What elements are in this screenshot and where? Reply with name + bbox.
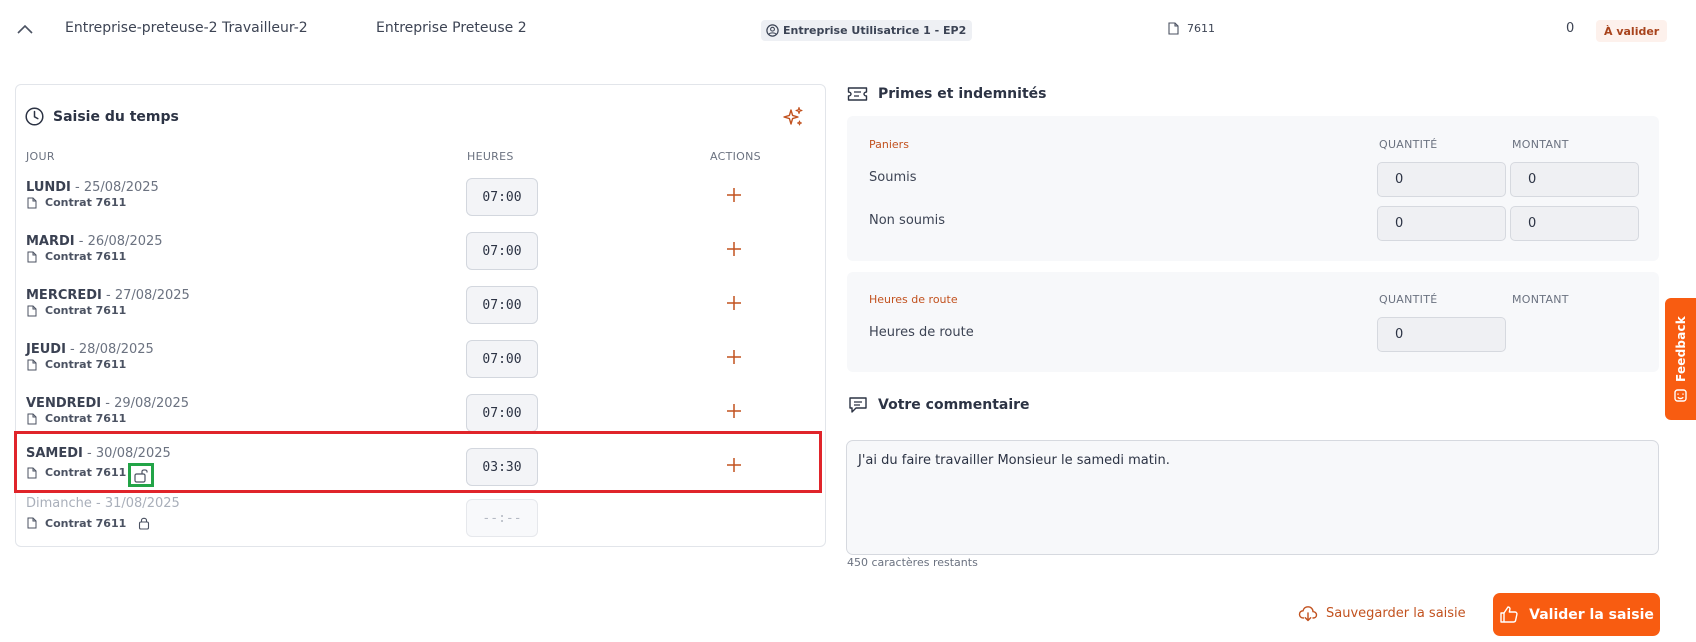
comment-textarea[interactable]: J'ai du faire travailler Monsieur le sam… <box>846 440 1659 555</box>
day-label-mercredi: MERCREDI - 27/08/2025 <box>26 288 190 303</box>
day-name: MARDI <box>26 234 75 249</box>
contract-line: Contrat 7611 <box>27 358 126 371</box>
day-date: - 25/08/2025 <box>70 180 159 195</box>
document-icon <box>27 359 37 371</box>
day-name: VENDREDI <box>26 396 102 411</box>
comment-title: Votre commentaire <box>878 397 1030 413</box>
soumis-amount-input[interactable]: 0 <box>1510 162 1639 197</box>
document-icon <box>27 305 37 317</box>
lock-icon <box>138 516 150 530</box>
add-entry-icon[interactable] <box>724 347 744 367</box>
thumbs-up-icon <box>1499 605 1519 624</box>
save-label: Sauvegarder la saisie <box>1326 606 1466 621</box>
soumis-label: Soumis <box>869 170 917 185</box>
feedback-label: Feedback <box>1673 315 1688 382</box>
contract-ref: 7611 <box>1168 22 1215 35</box>
collapse-chevron-icon[interactable] <box>16 22 34 36</box>
validate-label: Valider la saisie <box>1529 606 1654 623</box>
time-entry-header: Saisie du temps <box>25 107 179 126</box>
contract-line: Contrat 7611 <box>27 304 126 317</box>
col-hours: HEURES <box>467 150 514 163</box>
day-label-jeudi: JEUDI - 28/08/2025 <box>26 342 154 357</box>
user-circle-icon <box>766 24 779 37</box>
contract-line: Contrat 7611 <box>27 516 150 530</box>
bonuses-header: Primes et indemnités <box>847 86 1046 102</box>
contract-label: Contrat 7611 <box>45 304 127 317</box>
count-value: 0 <box>1566 21 1575 36</box>
document-icon <box>27 197 37 209</box>
contract-line: Contrat 7611 <box>27 250 126 263</box>
day-name: Dimanche <box>26 496 92 511</box>
col-day: JOUR <box>26 150 55 163</box>
non-soumis-amount-input[interactable]: 0 <box>1510 206 1639 241</box>
route-section-label: Heures de route <box>869 293 958 306</box>
ticket-icon <box>847 86 868 102</box>
highlight-box-unlock <box>128 463 154 487</box>
day-label-vendredi: VENDREDI - 29/08/2025 <box>26 396 189 411</box>
contract-label: Contrat 7611 <box>45 196 127 209</box>
time-entry-title: Saisie du temps <box>53 108 179 125</box>
contract-label: Contrat 7611 <box>45 516 127 530</box>
hours-input-mardi[interactable]: 07:00 <box>466 232 538 270</box>
col-actions: ACTIONS <box>710 150 761 163</box>
non-soumis-quantity-input[interactable]: 0 <box>1377 206 1506 241</box>
paniers-label: Paniers <box>869 138 909 151</box>
day-date: - 31/08/2025 <box>91 496 180 511</box>
col-quantity: QUANTITÉ <box>1379 293 1438 306</box>
add-entry-icon[interactable] <box>724 239 744 259</box>
add-entry-icon[interactable] <box>724 293 744 313</box>
bonuses-title: Primes et indemnités <box>878 86 1047 102</box>
route-row-label: Heures de route <box>869 325 974 340</box>
validate-button[interactable]: Valider la saisie <box>1493 593 1660 636</box>
status-badge: À valider <box>1596 20 1668 42</box>
day-label-mardi: MARDI - 26/08/2025 <box>26 234 163 249</box>
col-quantity: QUANTITÉ <box>1379 138 1438 151</box>
day-date: - 28/08/2025 <box>65 342 154 357</box>
hours-input-dimanche: --:-- <box>466 499 538 537</box>
user-company-label: Entreprise Utilisatrice 1 - EP2 <box>783 24 967 37</box>
smiley-icon <box>1674 389 1687 403</box>
sparkle-icon[interactable] <box>782 106 804 128</box>
hours-input-lundi[interactable]: 07:00 <box>466 178 538 216</box>
day-label-dimanche: Dimanche - 31/08/2025 <box>26 496 180 511</box>
document-icon <box>1168 22 1179 35</box>
worker-name: Entreprise-preteuse-2 Travailleur-2 <box>65 20 308 36</box>
day-name: JEUDI <box>26 342 66 357</box>
contract-line: Contrat 7611 <box>27 412 126 425</box>
cloud-download-icon <box>1298 605 1318 622</box>
hours-input-mercredi[interactable]: 07:00 <box>466 286 538 324</box>
col-amount: MONTANT <box>1512 138 1569 151</box>
route-quantity-input[interactable]: 0 <box>1377 317 1506 352</box>
day-name: LUNDI <box>26 180 71 195</box>
add-entry-icon[interactable] <box>724 401 744 421</box>
document-icon <box>27 413 37 425</box>
comment-header: Votre commentaire <box>848 396 1030 414</box>
col-amount: MONTANT <box>1512 293 1569 306</box>
chars-remaining: 450 caractères restants <box>847 556 978 569</box>
hours-input-vendredi[interactable]: 07:00 <box>466 394 538 432</box>
day-date: - 26/08/2025 <box>74 234 163 249</box>
user-company-badge: Entreprise Utilisatrice 1 - EP2 <box>761 20 973 41</box>
contract-line: Contrat 7611 <box>27 196 126 209</box>
feedback-tab[interactable]: Feedback <box>1665 298 1696 420</box>
route-panel <box>847 272 1659 372</box>
day-date: - 27/08/2025 <box>101 288 190 303</box>
save-button[interactable]: Sauvegarder la saisie <box>1298 605 1466 622</box>
hours-input-jeudi[interactable]: 07:00 <box>466 340 538 378</box>
comment-icon <box>848 396 868 414</box>
add-entry-icon[interactable] <box>724 185 744 205</box>
day-date: - 29/08/2025 <box>101 396 190 411</box>
lender-company: Entreprise Preteuse 2 <box>376 20 527 36</box>
day-label-lundi: LUNDI - 25/08/2025 <box>26 180 159 195</box>
soumis-quantity-input[interactable]: 0 <box>1377 162 1506 197</box>
contract-label: Contrat 7611 <box>45 358 127 371</box>
contract-label: Contrat 7611 <box>45 250 127 263</box>
non-soumis-label: Non soumis <box>869 213 946 228</box>
document-icon <box>27 251 37 263</box>
document-icon <box>27 517 37 529</box>
clock-icon <box>25 107 44 126</box>
day-name: MERCREDI <box>26 288 102 303</box>
contract-number: 7611 <box>1187 22 1215 35</box>
contract-label: Contrat 7611 <box>45 412 127 425</box>
